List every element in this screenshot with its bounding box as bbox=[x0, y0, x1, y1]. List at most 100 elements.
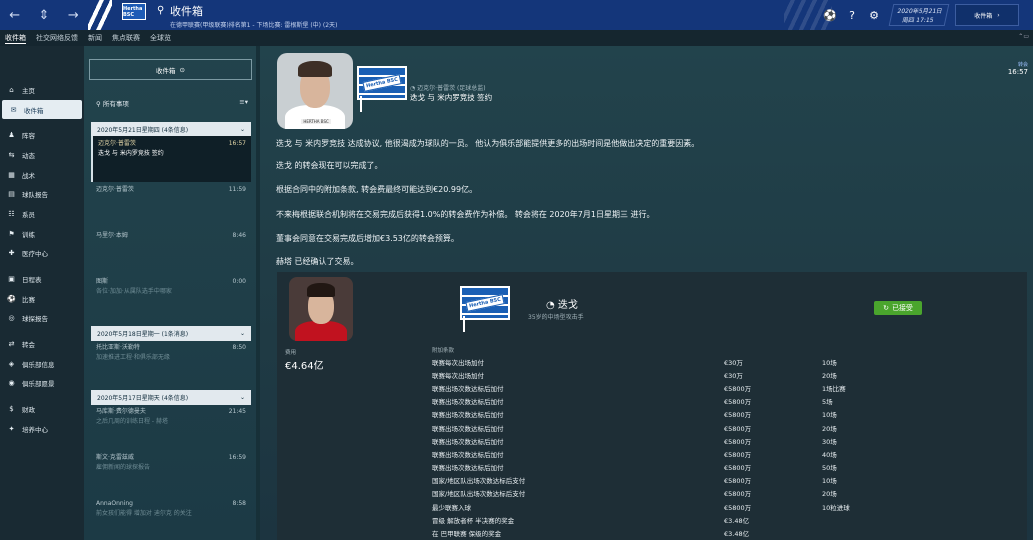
message-time: 8:58 bbox=[232, 500, 246, 507]
clause-amount: €3.48亿 bbox=[724, 516, 750, 525]
clause-condition: 10场 bbox=[822, 358, 837, 367]
decor-stripe bbox=[88, 0, 112, 30]
list-item[interactable]: 托比亚斯·沃勒特 8:50 加速推进工程·和俱乐部无缘 bbox=[91, 340, 251, 366]
date-display[interactable]: 2020年5月21日 周四 17:15 bbox=[888, 4, 950, 26]
sidebar-item[interactable]: ⇄ 转会 bbox=[0, 334, 84, 354]
list-item[interactable]: 斯文·克雷兹威 16:59 雇佣新闻的球探报告 bbox=[91, 450, 251, 476]
more-icon[interactable]: ⌃▭ bbox=[1018, 33, 1029, 40]
sidebar-item[interactable]: ▦ 战术 bbox=[0, 165, 84, 185]
club-flag-icon[interactable]: Hertha BSC bbox=[357, 66, 407, 112]
fee-value: €4.64亿 bbox=[285, 361, 324, 372]
table-row: 联赛出场次数达标后加付 €5800万 40场 bbox=[432, 447, 912, 460]
table-row: 国家/地区队出场次数达标后支付 €5800万 20场 bbox=[432, 487, 912, 500]
tab-social[interactable]: 社交网络反馈 bbox=[36, 33, 78, 43]
continue-button[interactable]: 收件箱 › bbox=[955, 4, 1019, 26]
message-group-header[interactable]: 2020年5月18日星期一 (1条消息) ⌄ bbox=[91, 326, 251, 341]
clause-name: 联赛出场次数达标后加付 bbox=[432, 384, 504, 393]
back-icon[interactable]: ← bbox=[9, 8, 20, 23]
club-flag-icon[interactable]: Hertha BSC bbox=[460, 286, 510, 332]
clause-condition: 40场 bbox=[822, 450, 837, 459]
list-options-icon[interactable]: ≡▾ bbox=[239, 98, 248, 108]
sidebar-item[interactable]: ◈ 俱乐部信息 bbox=[0, 354, 84, 374]
club-badge[interactable]: Hertha BSC bbox=[122, 3, 146, 20]
message-meta: AnnaOnning 8:58 bbox=[96, 499, 246, 509]
ball-icon[interactable]: ⚽ bbox=[819, 4, 841, 26]
list-item[interactable]: 马里尔·本姆 8:46 bbox=[91, 228, 251, 244]
message-sender[interactable]: ◔ 迈克尔·普雷茨 (足球总监) bbox=[410, 83, 486, 92]
sidebar-item[interactable]: ✉ 收件箱 bbox=[2, 99, 82, 120]
table-row: 联赛出场次数达标后加付 €5800万 20场 bbox=[432, 421, 912, 434]
date-line1: 2020年5月21日 bbox=[896, 8, 943, 15]
help-icon[interactable]: ? bbox=[841, 4, 863, 26]
sidebar-item[interactable]: ▣ 日程表 bbox=[0, 269, 84, 289]
sidebar-item[interactable]: ◎ 球探报告 bbox=[0, 309, 84, 329]
sidebar-icon: ◉ bbox=[8, 379, 15, 388]
status-badge: ↻ 已接受 bbox=[874, 301, 922, 315]
sidebar-item-label: 球探报告 bbox=[22, 315, 48, 324]
message-time: 11:59 bbox=[228, 186, 246, 193]
top-bar: ← ⇕ → Hertha BSC 收件箱 在德甲联赛(甲级联赛)排名第1 - 下… bbox=[0, 0, 1033, 30]
sidebar-item[interactable]: ⚑ 训练 bbox=[0, 224, 84, 244]
filter-dropdown[interactable]: ⚲ 所有事项 bbox=[96, 98, 129, 108]
search-icon[interactable]: ⚲ bbox=[157, 5, 164, 16]
message-from: 迈克尔·普雷茨 bbox=[96, 186, 134, 193]
message-time: 16:59 bbox=[228, 454, 246, 461]
clause-amount: €3.48亿 bbox=[724, 530, 750, 539]
sidebar-item[interactable]: ⚽ 比赛 bbox=[0, 289, 84, 309]
gear-icon[interactable]: ⚙ bbox=[863, 4, 885, 26]
sidebar-item[interactable]: $ 财政 bbox=[0, 399, 84, 419]
list-item[interactable]: 图斯 0:00 各位·加加·从属队选手中哪家 bbox=[91, 274, 251, 300]
sidebar-item[interactable]: ◉ 俱乐部愿景 bbox=[0, 374, 84, 394]
clauses-table: 联赛每次出场加付 €30万 10场 联赛每次出场加付 €30万 20场 联赛出场次数达标后加… bbox=[432, 355, 912, 540]
sidebar-item[interactable]: ✚ 医疗中心 bbox=[0, 244, 84, 264]
sidebar-item[interactable]: ✦ 培养中心 bbox=[0, 419, 84, 439]
clause-condition: 10粒进球 bbox=[822, 503, 850, 512]
sidebar-icon: ⚑ bbox=[8, 229, 15, 238]
message-time: 16:57 bbox=[228, 140, 246, 147]
list-item[interactable]: AnnaOnning 8:58 前女孩们能得 增加对 迪尔克 的关注 bbox=[91, 496, 251, 522]
tab-inbox[interactable]: 收件箱 bbox=[5, 33, 26, 44]
tab-focus-league[interactable]: 焦点联赛 bbox=[112, 33, 140, 43]
sidebar-icon: ◎ bbox=[8, 314, 15, 323]
sidebar-icon: ✚ bbox=[8, 249, 15, 258]
message-meta: 马库斯·费尔德曼夫 21:45 bbox=[96, 407, 246, 417]
history-icon[interactable]: ⇕ bbox=[39, 8, 50, 23]
list-item[interactable]: 迈克尔·普雷茨 11:59 bbox=[91, 182, 251, 198]
clause-amount: €30万 bbox=[724, 371, 743, 380]
player-name[interactable]: ◔ 迭戈 bbox=[546, 296, 578, 311]
sidebar-item-label: 俱乐部信息 bbox=[22, 360, 55, 369]
transfer-card: Hertha BSC ◔ 迭戈 35岁的中场型攻击手 ↻ 已接受 费用 €4.6… bbox=[277, 272, 1027, 540]
sidebar-item-label: 比赛 bbox=[22, 295, 35, 304]
clause-amount: €5800万 bbox=[724, 464, 752, 473]
sidebar-item[interactable]: ♟ 阵容 bbox=[0, 125, 84, 145]
sender-photo[interactable]: HERTHA BSC bbox=[277, 53, 353, 129]
table-row: 最少联赛入球 €5800万 10粒进球 bbox=[432, 500, 912, 513]
clause-amount: €5800万 bbox=[724, 411, 752, 420]
sidebar-item[interactable]: ▤ 球队报告 bbox=[0, 184, 84, 204]
clause-condition: 20场 bbox=[822, 371, 837, 380]
sidebar-item[interactable]: ⇆ 动态 bbox=[0, 145, 84, 165]
forward-icon[interactable]: → bbox=[68, 8, 79, 23]
message-group-header[interactable]: 2020年5月21日星期四 (4条信息) ⌄ bbox=[91, 122, 251, 137]
tab-global[interactable]: 全球览 bbox=[150, 33, 171, 43]
inbox-filter-button[interactable]: 收件箱 ⊙ bbox=[89, 59, 252, 80]
tab-news[interactable]: 新闻 bbox=[88, 33, 102, 43]
tab-bar: 收件箱 社交网络反馈 新闻 焦点联赛 全球览 ⌃▭ bbox=[0, 30, 1033, 46]
message-group-header[interactable]: 2020年5月17日星期天 (4条信息) ⌄ bbox=[91, 390, 251, 405]
player-name-label: 迭戈 bbox=[557, 300, 578, 311]
table-row: 冒级 解放者杯 半决赛的奖金 €3.48亿 bbox=[432, 513, 912, 526]
list-item[interactable]: 迈克尔·普雷茨 16:57 迭戈 与 米内罗竞技 签约 bbox=[91, 136, 251, 182]
message-meta: 马里尔·本姆 8:46 bbox=[96, 231, 246, 241]
sidebar-item[interactable]: ⌂ 主页 bbox=[0, 80, 84, 100]
clause-amount: €5800万 bbox=[724, 384, 752, 393]
clause-name: 联赛出场次数达标后加付 bbox=[432, 437, 504, 446]
sidebar-item[interactable]: ☷ 系员 bbox=[0, 204, 84, 224]
message-subject: 迭戈 与 米内罗竞技 签约 bbox=[410, 93, 493, 102]
message-paragraph: 赫塔 已经确认了交易。 bbox=[276, 257, 359, 266]
clause-name: 联赛出场次数达标后加付 bbox=[432, 450, 504, 459]
message-time: 21:45 bbox=[228, 408, 246, 415]
clause-amount: €5800万 bbox=[724, 398, 752, 407]
list-item[interactable]: 马库斯·费尔德曼夫 21:45 之后几周的训练日程 - 赫塔 bbox=[91, 404, 251, 430]
message-from: 托比亚斯·沃勒特 bbox=[96, 344, 140, 351]
player-photo[interactable] bbox=[289, 277, 353, 341]
